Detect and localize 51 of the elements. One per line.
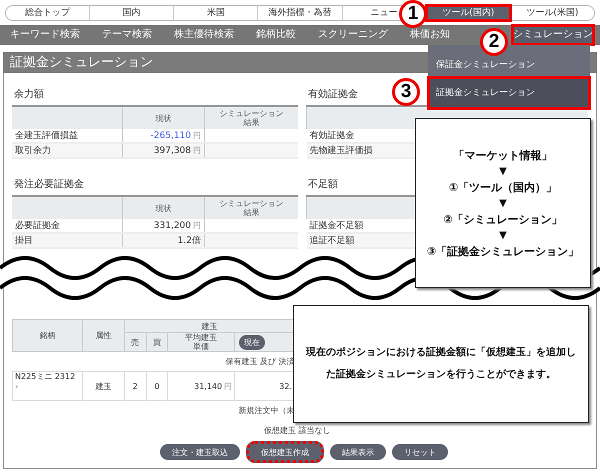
nav-tab[interactable]: 米国 [206,6,225,20]
column-header: シミュレーション 結果 [204,196,298,219]
callout-text: ①「ツール（国内）」 [448,180,558,194]
nav-tab[interactable]: ニュー [370,6,398,20]
column-header: 現状 [122,106,204,129]
section-title: 発注必要証拠金 [14,179,84,191]
nav-tab[interactable]: ツール(国内) [426,6,510,20]
table-cell: 31,140 円 [168,372,235,400]
nav-tab[interactable]: 株主優待検索 [174,25,234,45]
action-button[interactable]: 仮想建玉作成 [246,441,324,463]
group-caption: 仮想建玉 該当なし [264,425,332,436]
column-header: 属性 [82,320,124,352]
table-cell: 1.2倍 [122,233,204,248]
step-number-badge: 1 [399,0,427,28]
symbol-name: N225ミニ 2312 [15,372,76,381]
table-cell: 掛目 [12,233,122,248]
step-number-badge: 3 [392,78,420,106]
table-cell: 2 [124,372,146,400]
column-header: 平均建玉 単価 [168,332,235,352]
nav-tab[interactable]: シミュレーション [512,25,594,45]
nav-tab[interactable]: 総合トップ [25,6,70,20]
section-title: 余力額 [14,89,44,101]
nav-tab[interactable]: 株価お知 [410,25,450,45]
detail-link[interactable]: › [15,382,18,391]
table-cell: 取引余力 [12,143,122,158]
nav-tab[interactable]: ツール(米国) [526,6,578,20]
column-header: 銘柄 [12,320,83,352]
action-button[interactable]: 注文・建玉取込 [160,444,240,460]
column-header: 現状 [122,196,204,219]
section-title: 有効証拠金 [308,89,358,101]
nav-tab[interactable]: テーマ検索 [102,25,152,45]
section-title: 不足額 [308,179,338,191]
current-price-button[interactable]: 現在 [239,334,266,350]
nav-tab[interactable]: キーワード検索 [10,25,80,45]
action-button[interactable]: 結果表示 [330,444,386,460]
action-button[interactable]: リセット [392,444,448,460]
column-header: 建玉 [124,320,294,332]
callout-text: ▼ [499,166,507,176]
nav-tab[interactable]: スクリーニング [318,25,388,45]
nav-tab[interactable]: 銘柄比較 [256,25,296,45]
table-cell: 0 [146,372,168,400]
nav-tab[interactable]: 国内 [122,6,141,20]
callout-text: 現在のポジションにおける証拠金額に「仮想建玉」を追加した証拠金シミュレーションを行うことができます。 [304,346,577,382]
menu-item[interactable]: 証拠金シミュレーション [428,77,590,109]
callout-text: ▼ [499,198,507,208]
column-header: 買 [146,332,168,352]
table-cell: 建玉 [82,372,124,400]
column-header: シミュレーション 結果 [204,106,298,129]
nav-tab[interactable]: 海外指標・為替 [268,6,332,20]
table-cell: 397,308 円 [122,143,204,158]
column-header: 売 [124,332,146,352]
